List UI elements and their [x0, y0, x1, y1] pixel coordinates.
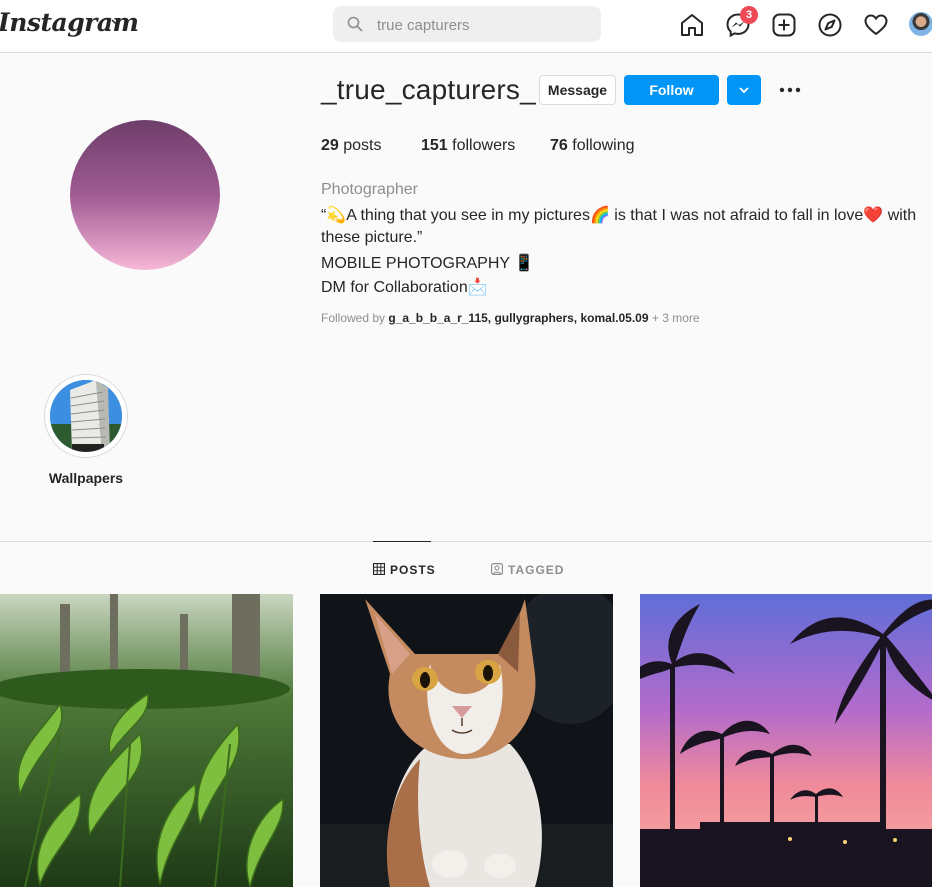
tabs-divider: [0, 541, 932, 542]
chevron-down-icon[interactable]: [109, 15, 123, 29]
explore-icon[interactable]: [817, 12, 843, 38]
post-image-tea-leaves: [0, 594, 293, 887]
stat-count: 29: [321, 137, 339, 154]
highlight-wallpapers[interactable]: [44, 374, 128, 458]
new-post-icon[interactable]: [771, 12, 797, 38]
search-icon: [347, 16, 363, 32]
post-tile[interactable]: [320, 594, 613, 887]
stat-label: followers: [452, 137, 516, 154]
post-tile[interactable]: [0, 594, 293, 887]
highlight-cover-image: [50, 380, 122, 452]
followed-by[interactable]: Followed by g_a_b_b_a_r_115, gullygraphe…: [321, 311, 700, 325]
home-icon[interactable]: [679, 12, 705, 38]
tab-label: TAGGED: [508, 563, 565, 577]
post-image-sunset-palms: [640, 594, 932, 887]
heart-icon[interactable]: [863, 12, 889, 38]
profile-category: Photographer: [321, 181, 418, 198]
stat-label: posts: [343, 137, 382, 154]
follow-button[interactable]: Follow: [624, 75, 719, 105]
bio-line: DM for Collaboration📩: [321, 279, 488, 296]
stat-count: 76: [550, 137, 568, 154]
more-options-icon[interactable]: [776, 80, 804, 100]
posts-count: 29 posts: [321, 137, 382, 155]
profile-username: _true_capturers_: [321, 74, 536, 105]
stat-count: 151: [421, 137, 448, 154]
followed-by-names: g_a_b_b_a_r_115, gullygraphers, komal.05…: [388, 311, 649, 325]
bio-line: these picture.”: [321, 229, 423, 246]
search-input[interactable]: [375, 6, 589, 44]
notification-badge: 3: [740, 6, 758, 24]
search-box[interactable]: [333, 6, 601, 44]
followed-by-more: + 3 more: [651, 311, 700, 325]
tab-tagged[interactable]: TAGGED: [491, 542, 563, 594]
grid-icon: [373, 563, 385, 575]
followed-by-prefix: Followed by: [321, 311, 386, 325]
tab-label: POSTS: [390, 563, 436, 577]
post-tile[interactable]: [640, 594, 932, 887]
post-image-calico-cat: [320, 594, 613, 887]
suggested-dropdown-button[interactable]: [727, 75, 761, 105]
tab-posts[interactable]: POSTS: [373, 541, 435, 594]
following-count[interactable]: 76 following: [550, 137, 635, 155]
top-nav: Instagram 3: [0, 0, 932, 53]
chevron-down-icon: [739, 87, 749, 94]
followers-count[interactable]: 151 followers: [421, 137, 515, 155]
highlight-label: Wallpapers: [48, 470, 124, 486]
profile-avatar-icon[interactable]: [909, 12, 932, 36]
tagged-icon: [491, 563, 503, 575]
profile-avatar[interactable]: [70, 120, 220, 270]
stat-label: following: [572, 137, 635, 154]
message-button[interactable]: Message: [539, 75, 616, 105]
bio-line: “💫A thing that you see in my pictures🌈 i…: [321, 207, 917, 224]
bio-line: MOBILE PHOTOGRAPHY 📱: [321, 255, 535, 272]
